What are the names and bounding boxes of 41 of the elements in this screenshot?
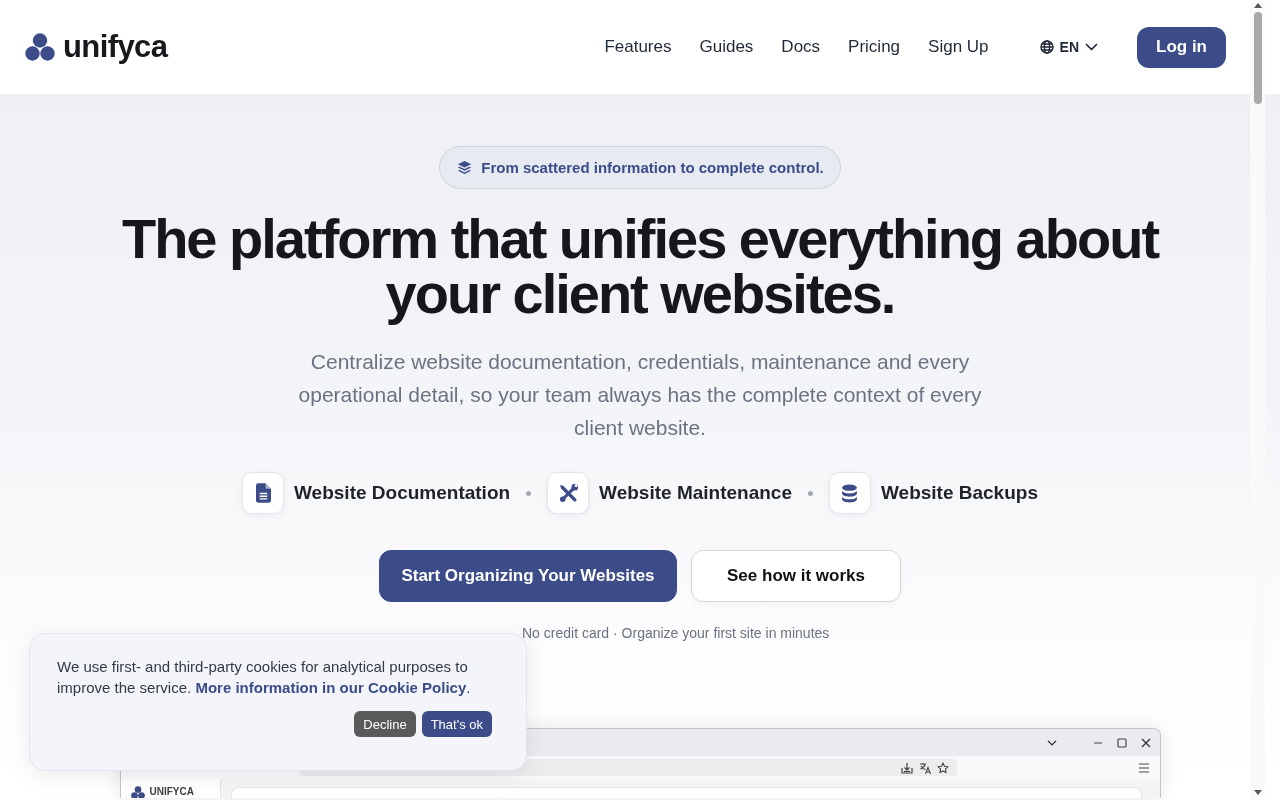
globe-icon xyxy=(1039,40,1054,54)
login-button[interactable]: Log in xyxy=(1137,26,1226,68)
nav-link[interactable]: Pricing xyxy=(848,37,901,57)
language-selector[interactable]: EN xyxy=(1039,39,1098,55)
hint-text: No credit card · Organize your first site in minutes xyxy=(522,625,830,641)
document-icon xyxy=(242,472,285,514)
tools-icon xyxy=(547,472,590,514)
logo-icon xyxy=(130,786,145,798)
menu-icon[interactable] xyxy=(1137,761,1150,774)
cookie-policy-link[interactable]: More information in our Cookie Policy xyxy=(195,679,467,696)
feature-label: Website Maintenance xyxy=(599,482,792,504)
accept-button[interactable]: That's ok xyxy=(421,711,492,737)
download-icon xyxy=(900,761,913,774)
dot-icon xyxy=(807,490,813,496)
cookie-notice-text: We use first- and third-party cookies for analytical purposes to improve the service. More information in our Cookie Policy. xyxy=(57,657,472,698)
maximize-icon xyxy=(1116,737,1127,748)
layers-icon xyxy=(457,160,473,175)
feature-label: Website Documentation xyxy=(294,482,511,504)
scroll-down-arrow-icon xyxy=(1254,790,1262,796)
feature-label: Website Backups xyxy=(880,482,1038,504)
chevron-down-icon xyxy=(1046,739,1057,746)
decline-button[interactable]: Decline xyxy=(354,711,416,737)
scroll-up-arrow-icon xyxy=(1254,2,1262,8)
nav-link[interactable]: Docs xyxy=(781,37,821,57)
database-icon xyxy=(828,472,871,514)
scrollbar-thumb[interactable] xyxy=(1254,12,1262,104)
dot-icon xyxy=(526,490,532,496)
tagline-text: From scattered information to complete control. xyxy=(481,159,824,176)
app-logo-text: UNIFYCA xyxy=(149,786,194,798)
hero-subtitle: Centralize website documentation, credentials, maintenance and every operational detail, so your team always has the complete context of every client website. xyxy=(297,349,983,441)
nav-link[interactable]: Features xyxy=(604,37,672,57)
logo-icon xyxy=(25,33,55,61)
nav-link[interactable]: Sign Up xyxy=(928,37,989,57)
star-icon xyxy=(936,761,949,774)
how-it-works-button[interactable]: See how it works xyxy=(691,550,901,602)
close-icon xyxy=(1140,737,1151,748)
get-started-button[interactable]: Start Organizing Your Websites xyxy=(379,550,677,602)
nav-link[interactable]: Guides xyxy=(699,37,754,57)
chevron-down-icon xyxy=(1085,43,1098,51)
logo-text[interactable]: unifyca xyxy=(63,29,168,65)
translate-icon xyxy=(918,761,931,774)
